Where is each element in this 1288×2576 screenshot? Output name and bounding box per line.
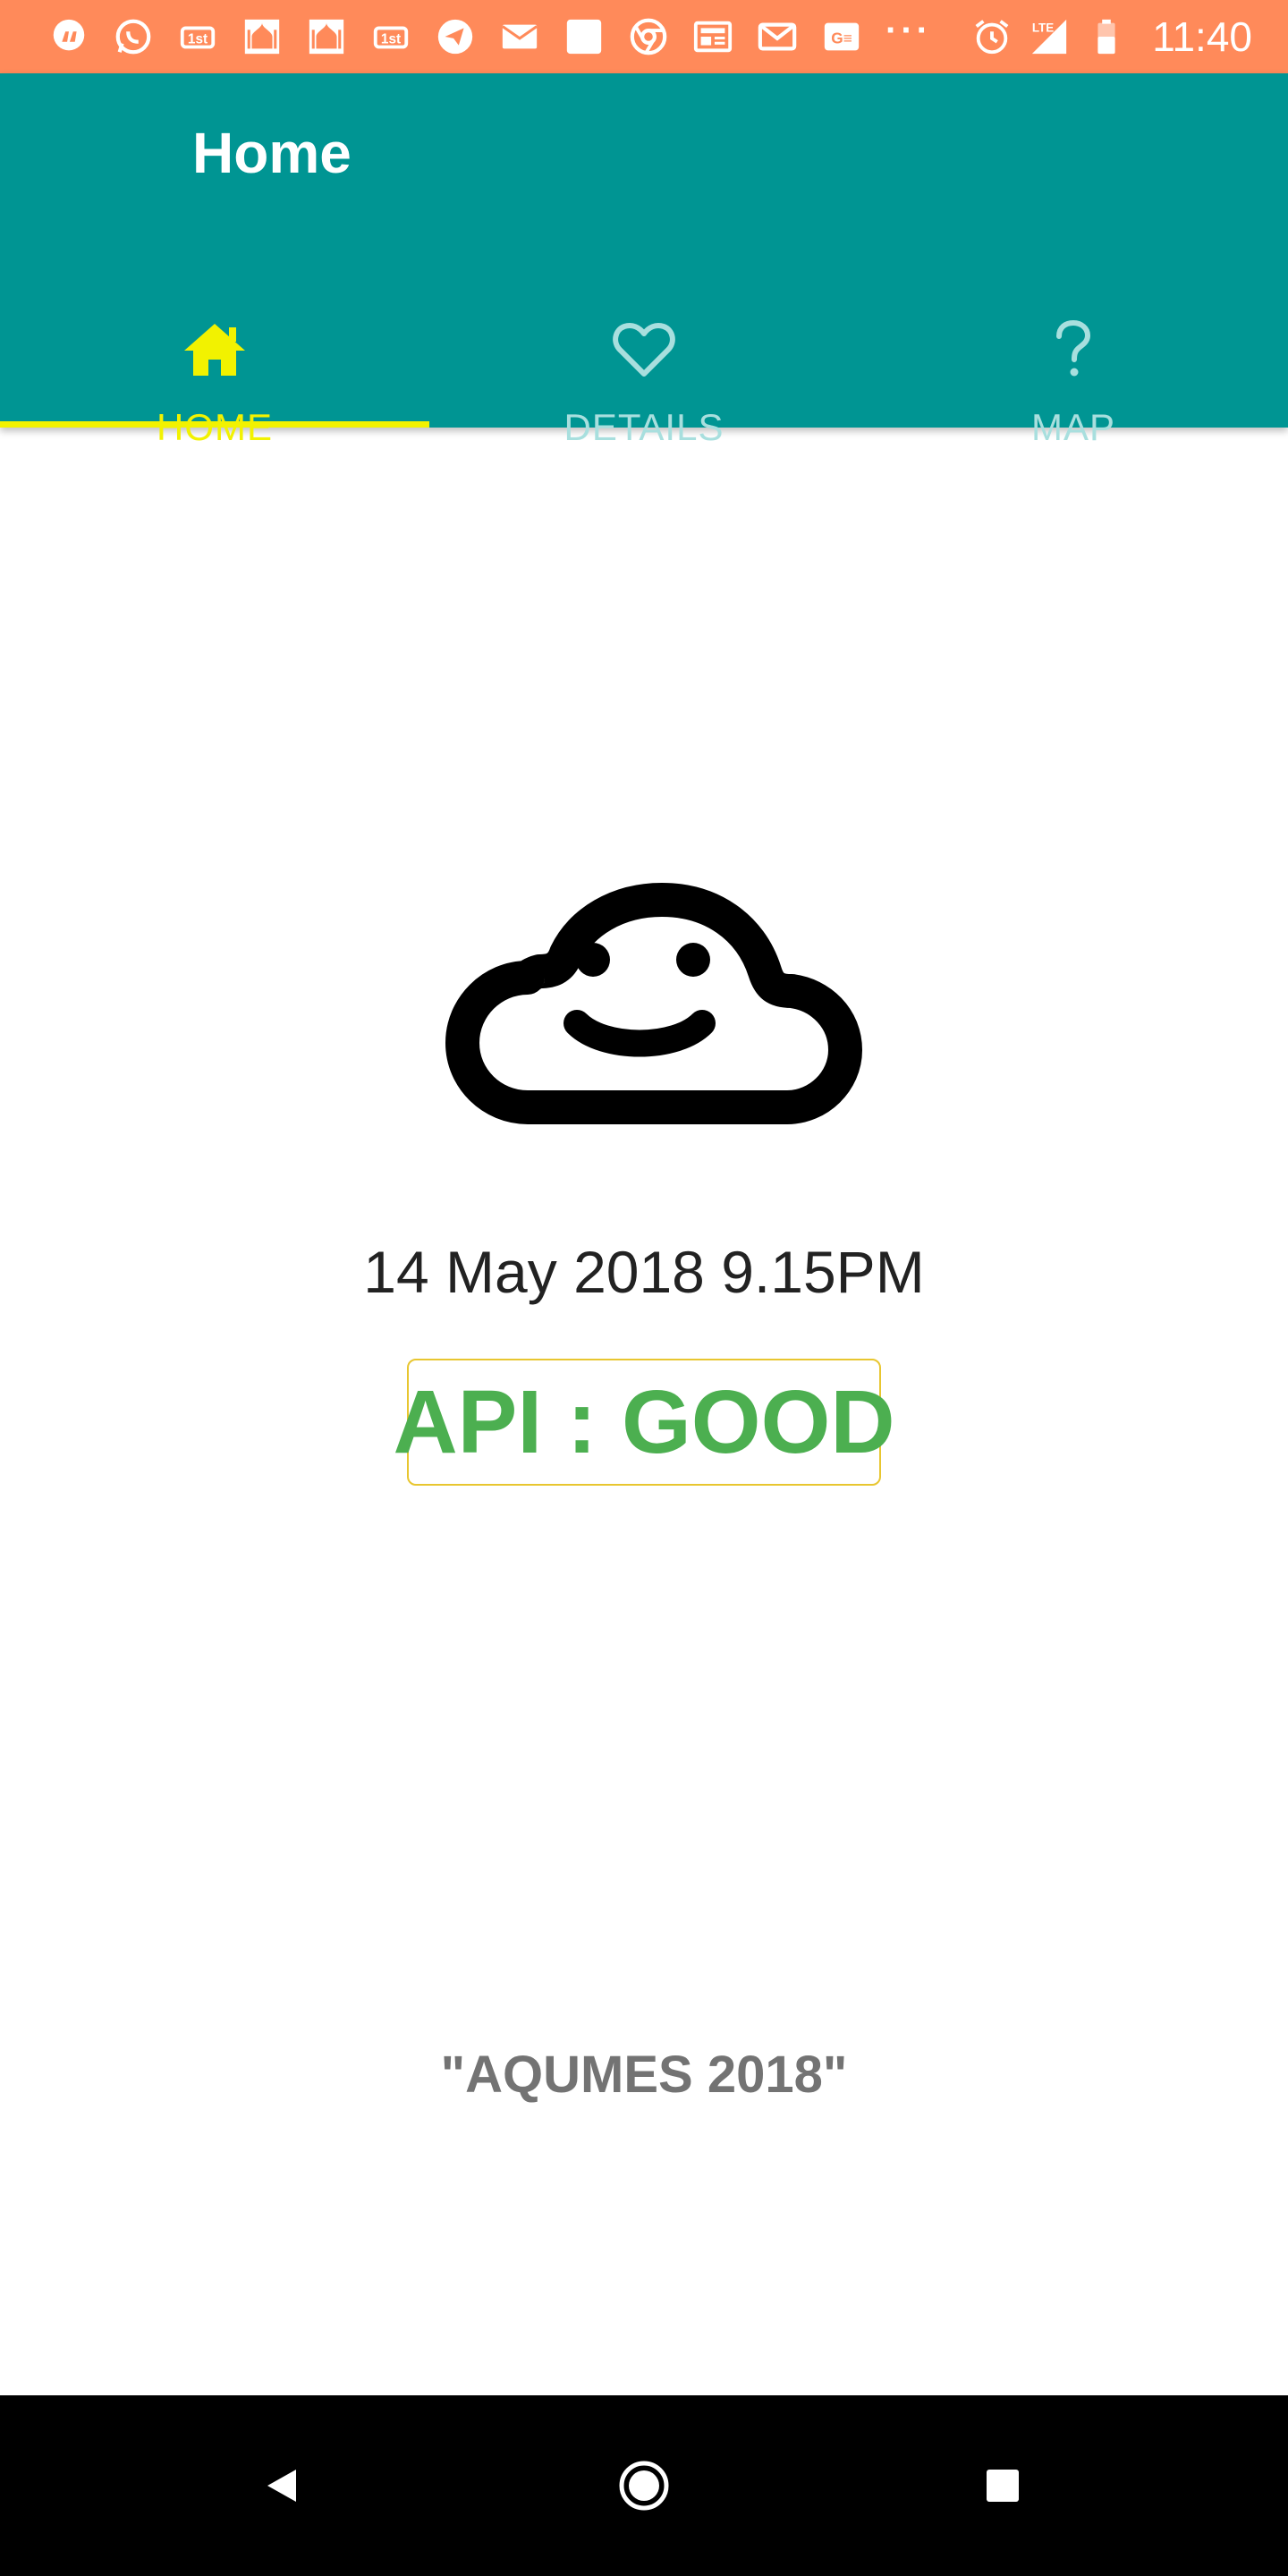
- quote-icon: [48, 16, 89, 57]
- heart-icon: [608, 318, 680, 381]
- main-content: 14 May 2018 9.15PM API : GOOD "AQUMES 20…: [0, 428, 1288, 2395]
- svg-text:1st: 1st: [188, 32, 208, 47]
- back-icon[interactable]: [250, 2454, 313, 2517]
- question-icon: [1038, 318, 1109, 381]
- app-icon: 1st: [177, 16, 218, 57]
- whatsapp-icon: [113, 16, 154, 57]
- clock: 11:40: [1152, 13, 1252, 60]
- status-bar: 1st 1st G≡ ··· LTE 11:40: [0, 0, 1288, 73]
- page-title: Home: [192, 121, 352, 185]
- active-tab-indicator: [0, 421, 429, 428]
- tab-bar: HOME DETAILS MAP: [0, 236, 1288, 448]
- api-status-box: API : GOOD: [393, 1359, 895, 1486]
- tab-details[interactable]: DETAILS: [429, 236, 859, 448]
- gmail-icon: [757, 16, 798, 57]
- mosque-icon: [306, 16, 347, 57]
- telegram-icon: [435, 16, 476, 57]
- reading-datetime: 14 May 2018 9.15PM: [363, 1239, 925, 1305]
- notification-icons: 1st 1st G≡ ···: [48, 11, 971, 57]
- system-status: LTE 11:40: [971, 13, 1252, 61]
- system-nav-bar: [0, 2395, 1288, 2576]
- api-status-text: API : GOOD: [393, 1371, 895, 1472]
- svg-text:G≡: G≡: [831, 30, 852, 47]
- lte-signal-icon: LTE: [1029, 16, 1070, 57]
- happy-cloud-icon: [445, 883, 862, 1124]
- app-icon: 1st: [370, 16, 411, 57]
- home-icon: [179, 318, 250, 381]
- home-circle-icon[interactable]: [613, 2454, 675, 2517]
- svg-text:1st: 1st: [381, 32, 401, 47]
- tab-home[interactable]: HOME: [0, 236, 429, 448]
- mosque-icon: [242, 16, 283, 57]
- mail-icon: [499, 16, 540, 57]
- more-dots-icon: ···: [886, 11, 932, 50]
- footer-credit: "AQUMES 2018": [440, 2046, 848, 2104]
- alarm-icon: [971, 16, 1013, 57]
- news-icon: [692, 16, 733, 57]
- tab-map[interactable]: MAP: [859, 236, 1288, 448]
- battery-icon: [1086, 16, 1127, 57]
- recents-icon[interactable]: [971, 2454, 1034, 2517]
- gdelivery-icon: G≡: [821, 16, 862, 57]
- app-bar: Home HOME DETAILS: [0, 73, 1288, 448]
- chrome-icon: [628, 16, 669, 57]
- square-icon: [564, 16, 605, 57]
- svg-text:LTE: LTE: [1032, 21, 1054, 34]
